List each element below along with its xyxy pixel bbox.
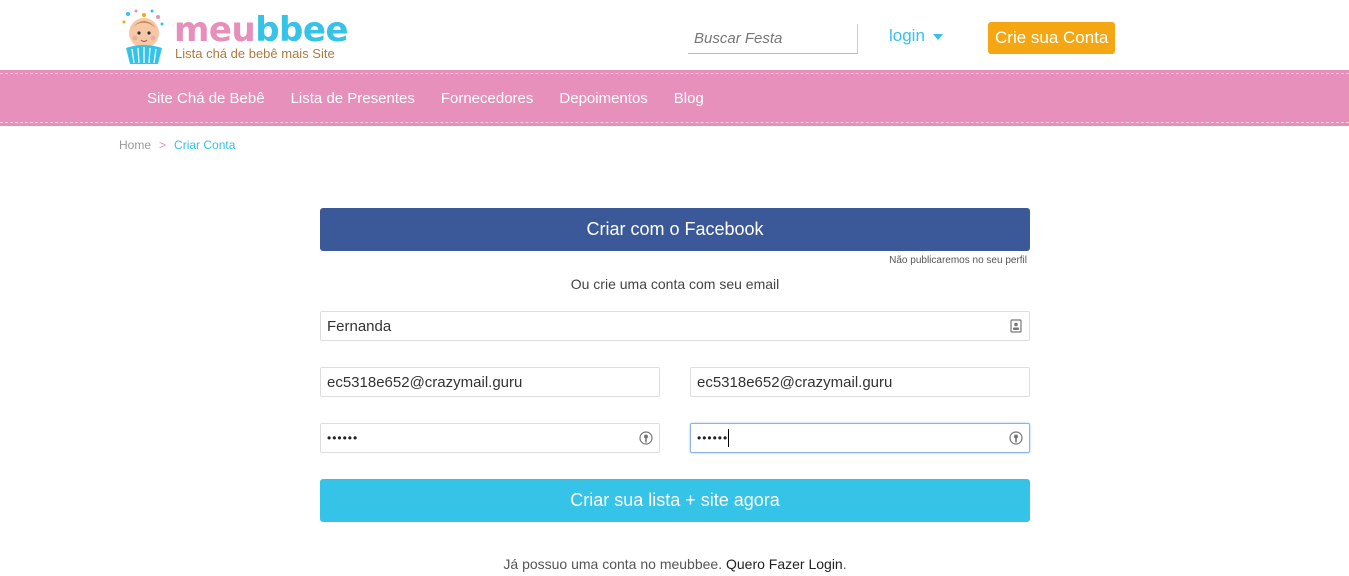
email-confirm-field[interactable] xyxy=(690,367,1030,397)
cupcake-baby-icon xyxy=(122,9,164,64)
login-dropdown[interactable]: login xyxy=(889,26,943,46)
logo-bbee: bbee xyxy=(255,10,348,50)
email-signup-label: Ou crie uma conta com seu email xyxy=(570,276,780,292)
login-link[interactable]: Quero Fazer Login xyxy=(726,556,843,572)
breadcrumb: Home > Criar Conta xyxy=(119,138,235,152)
logo-meu: meu xyxy=(174,10,256,50)
login-label: login xyxy=(889,26,925,45)
nav-item-site-cha-de-bebe[interactable]: Site Chá de Bebê xyxy=(134,90,278,107)
breadcrumb-current: Criar Conta xyxy=(174,138,236,152)
main-nav: Site Chá de Bebê Lista de Presentes Forn… xyxy=(0,70,1349,126)
name-input[interactable] xyxy=(327,317,1005,335)
create-list-submit-button[interactable]: Criar sua lista + site agora xyxy=(320,479,1030,522)
email-field[interactable] xyxy=(320,367,660,397)
password-key-icon xyxy=(1009,431,1023,445)
existing-account-line: Já possuo uma conta no meubbee. Quero Fa… xyxy=(503,556,847,572)
site-header: meubbee Lista chá de bebê mais Site logi… xyxy=(0,0,1349,70)
breadcrumb-home-link[interactable]: Home xyxy=(119,138,151,152)
search-festa-input[interactable] xyxy=(688,24,858,54)
caret-down-icon xyxy=(932,34,943,40)
password-key-icon xyxy=(639,431,653,445)
email-confirm-input[interactable] xyxy=(697,373,1023,391)
password-confirm-field[interactable]: •••••• xyxy=(690,423,1030,453)
nav-item-blog[interactable]: Blog xyxy=(661,90,717,107)
email-input[interactable] xyxy=(327,373,653,391)
nav-item-fornecedores[interactable]: Fornecedores xyxy=(428,90,547,107)
text-cursor xyxy=(728,429,730,448)
facebook-signup-button[interactable]: Criar com o Facebook xyxy=(320,208,1030,251)
nav-item-depoimentos[interactable]: Depoimentos xyxy=(546,90,660,107)
meubbee-logo[interactable]: meubbee Lista chá de bebê mais Site xyxy=(118,8,348,66)
create-account-button[interactable]: Crie sua Conta xyxy=(988,22,1116,54)
logo-tagline: Lista chá de bebê mais Site xyxy=(175,46,335,61)
password-mask: •••••• xyxy=(327,431,359,445)
name-field[interactable] xyxy=(320,311,1030,341)
logo-wordmark: meubbee xyxy=(174,12,348,48)
nav-item-lista-de-presentes[interactable]: Lista de Presentes xyxy=(278,90,428,107)
facebook-privacy-note: Não publicaremos no seu perfil xyxy=(889,255,1027,266)
login-prompt-text: Já possuo uma conta no meubbee. xyxy=(503,556,723,572)
contact-card-icon xyxy=(1010,319,1022,333)
password-field[interactable]: •••••• xyxy=(320,423,660,453)
password-confirm-mask: •••••• xyxy=(697,430,729,445)
breadcrumb-separator: > xyxy=(159,138,167,152)
